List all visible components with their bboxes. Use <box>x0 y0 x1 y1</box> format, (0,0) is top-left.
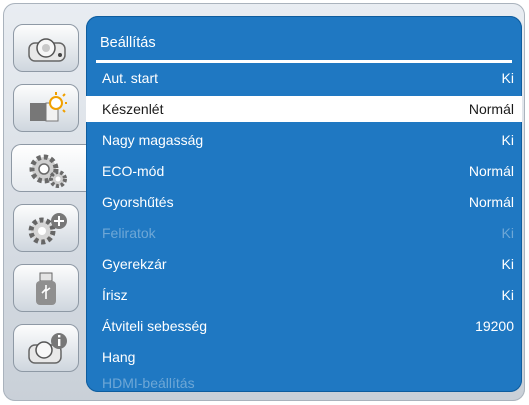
menu-item-nagy-magassag[interactable]: Nagy magasság Ki <box>86 127 522 153</box>
menu-item-label: Gyorshűtés <box>102 194 174 210</box>
menu-title: Beállítás <box>100 35 156 51</box>
gears-icon <box>29 154 67 188</box>
menu-item-value: Normál <box>468 163 514 179</box>
tab-extended-settings[interactable] <box>13 204 79 252</box>
menu-item-label: Átviteli sebesség <box>102 318 208 334</box>
usb-icon <box>36 272 56 305</box>
menu-item-aut-start[interactable]: Aut. start Ki <box>86 65 522 91</box>
menu-item-label: Írisz <box>102 287 128 303</box>
menu-item-irisz[interactable]: Írisz Ki <box>86 282 522 308</box>
menu-item-label: Gyerekzár <box>102 256 167 272</box>
tab-usb[interactable] <box>13 264 79 312</box>
menu-item-value: Ki <box>501 70 514 86</box>
menu-item-value: Normál <box>468 101 514 117</box>
menu-item-value: Ki <box>501 132 514 148</box>
menu-item-hang[interactable]: Hang <box>86 344 522 370</box>
projector-icon <box>28 38 66 62</box>
menu-item-label: Feliratok <box>102 225 156 241</box>
sidebar <box>9 16 101 392</box>
menu-item-label: Hang <box>102 349 136 365</box>
menu-item-value: Ki <box>501 225 514 241</box>
image-brightness-icon <box>30 92 67 122</box>
menu-item-atviteli-sebesseg[interactable]: Átviteli sebesség 19200 <box>86 313 522 339</box>
menu-item-label: Nagy magasság <box>102 132 204 148</box>
menu-item-value: Ki <box>501 287 514 303</box>
menu-item-keszenlet[interactable]: Készenlét Normál <box>86 96 522 122</box>
menu-item-value: 19200 <box>475 318 514 334</box>
tab-image[interactable] <box>13 84 79 132</box>
menu-item-value: Normál <box>468 194 514 210</box>
menu-item-gyorshutes[interactable]: Gyorshűtés Normál <box>86 189 522 215</box>
projector-info-icon <box>28 333 67 364</box>
title-divider <box>96 60 512 63</box>
menu-item-label: Aut. start <box>102 70 159 86</box>
menu-item-hdmi-beallitas: HDMI-beállítás <box>86 370 522 392</box>
menu-item-eco-mod[interactable]: ECO-mód Normál <box>86 158 522 184</box>
menu-panel: Beállítás Aut. start Ki Készenlét Normál… <box>86 16 522 392</box>
menu-item-gyerekzar[interactable]: Gyerekzár Ki <box>86 251 522 277</box>
tab-information[interactable] <box>13 324 79 372</box>
menu-item-label: Készenlét <box>102 101 164 117</box>
menu-item-feliratok: Feliratok Ki <box>86 220 522 246</box>
menu-item-value: Ki <box>501 256 514 272</box>
menu-item-label: HDMI-beállítás <box>102 375 195 391</box>
menu-item-label: ECO-mód <box>102 163 165 179</box>
tab-projector[interactable] <box>13 24 79 72</box>
gear-plus-icon <box>28 213 67 245</box>
